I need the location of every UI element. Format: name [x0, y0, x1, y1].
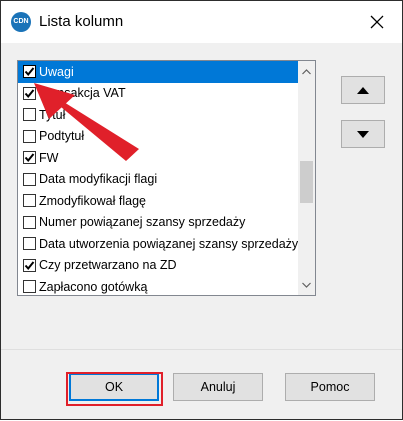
checkmark-icon: [24, 89, 35, 98]
checkmark-icon: [24, 153, 35, 163]
title-bar: CDN Lista kolumn: [1, 1, 402, 43]
checkmark-icon: [24, 261, 35, 270]
list-item[interactable]: Czy przetwarzano na ZD: [18, 255, 298, 277]
list-item[interactable]: Uwagi: [18, 61, 298, 83]
checkbox-checked[interactable]: [23, 151, 36, 165]
list-item-label: Tytuł: [39, 107, 66, 122]
checkbox-unchecked[interactable]: [23, 237, 36, 251]
scrollbar-thumb[interactable]: [300, 161, 313, 203]
list-item[interactable]: Zmodyfikował flagę: [18, 190, 298, 212]
list-item-label: FW: [39, 150, 59, 165]
close-button[interactable]: [359, 7, 395, 37]
checkbox-unchecked[interactable]: [23, 215, 36, 229]
list-item[interactable]: Numer powiązanej szansy sprzedaży: [18, 212, 298, 234]
help-button[interactable]: Pomoc: [285, 373, 375, 401]
dialog-window: CDN Lista kolumn Uwagi Transakcja VAT Tytu…: [0, 0, 403, 420]
chevron-up-icon: [302, 68, 311, 74]
checkbox-checked[interactable]: [23, 86, 36, 100]
list-item-label: Numer powiązanej szansy sprzedaży: [39, 215, 246, 230]
list-item-label: Zmodyfikował flagę: [39, 193, 146, 208]
close-icon: [370, 15, 384, 29]
triangle-down-icon: [357, 130, 369, 138]
ok-button[interactable]: OK: [69, 373, 159, 401]
chevron-down-icon: [302, 282, 311, 288]
checkbox-unchecked[interactable]: [23, 172, 36, 186]
checkbox-unchecked[interactable]: [23, 194, 36, 208]
column-list[interactable]: Uwagi Transakcja VAT Tytuł Podtytuł FW Data m…: [17, 60, 316, 296]
vertical-scrollbar[interactable]: [298, 61, 315, 295]
list-item[interactable]: Transakcja VAT: [18, 83, 298, 105]
list-item-label: Transakcja VAT: [39, 86, 126, 101]
move-down-button[interactable]: [341, 120, 385, 148]
list-item-label: Uwagi: [39, 64, 74, 79]
list-item[interactable]: FW: [18, 147, 298, 169]
list-item[interactable]: Data modyfikacji flagi: [18, 169, 298, 191]
checkbox-unchecked[interactable]: [23, 129, 36, 143]
column-list-items: Uwagi Transakcja VAT Tytuł Podtytuł FW Data m…: [18, 61, 298, 295]
list-item[interactable]: Podtytuł: [18, 126, 298, 148]
move-up-button[interactable]: [341, 76, 385, 104]
checkbox-unchecked[interactable]: [23, 108, 36, 122]
list-item[interactable]: Zapłacono gotówką: [18, 276, 298, 295]
list-item-label: Czy przetwarzano na ZD: [39, 258, 177, 273]
app-logo-icon: CDN: [11, 12, 31, 32]
button-bar: OK Anuluj Pomoc: [1, 349, 402, 419]
checkmark-icon: [24, 67, 35, 77]
window-title: Lista kolumn: [39, 13, 124, 30]
list-item-label: Zapłacono gotówką: [39, 279, 148, 294]
checkbox-checked[interactable]: [23, 258, 36, 272]
checkbox-unchecked[interactable]: [23, 280, 36, 294]
list-item[interactable]: Data utworzenia powiązanej szansy sprzed…: [18, 233, 298, 255]
list-item-label: Data modyfikacji flagi: [39, 172, 158, 187]
dialog-body: Uwagi Transakcja VAT Tytuł Podtytuł FW Data m…: [1, 43, 402, 419]
cancel-button[interactable]: Anuluj: [173, 373, 263, 401]
list-item-label: Data utworzenia powiązanej szansy sprzed…: [39, 236, 298, 251]
checkbox-checked[interactable]: [23, 65, 36, 79]
list-item[interactable]: Tytuł: [18, 104, 298, 126]
triangle-up-icon: [357, 86, 369, 94]
list-item-label: Podtytuł: [39, 129, 85, 144]
scroll-down-button[interactable]: [298, 276, 315, 293]
scroll-up-button[interactable]: [298, 63, 315, 80]
